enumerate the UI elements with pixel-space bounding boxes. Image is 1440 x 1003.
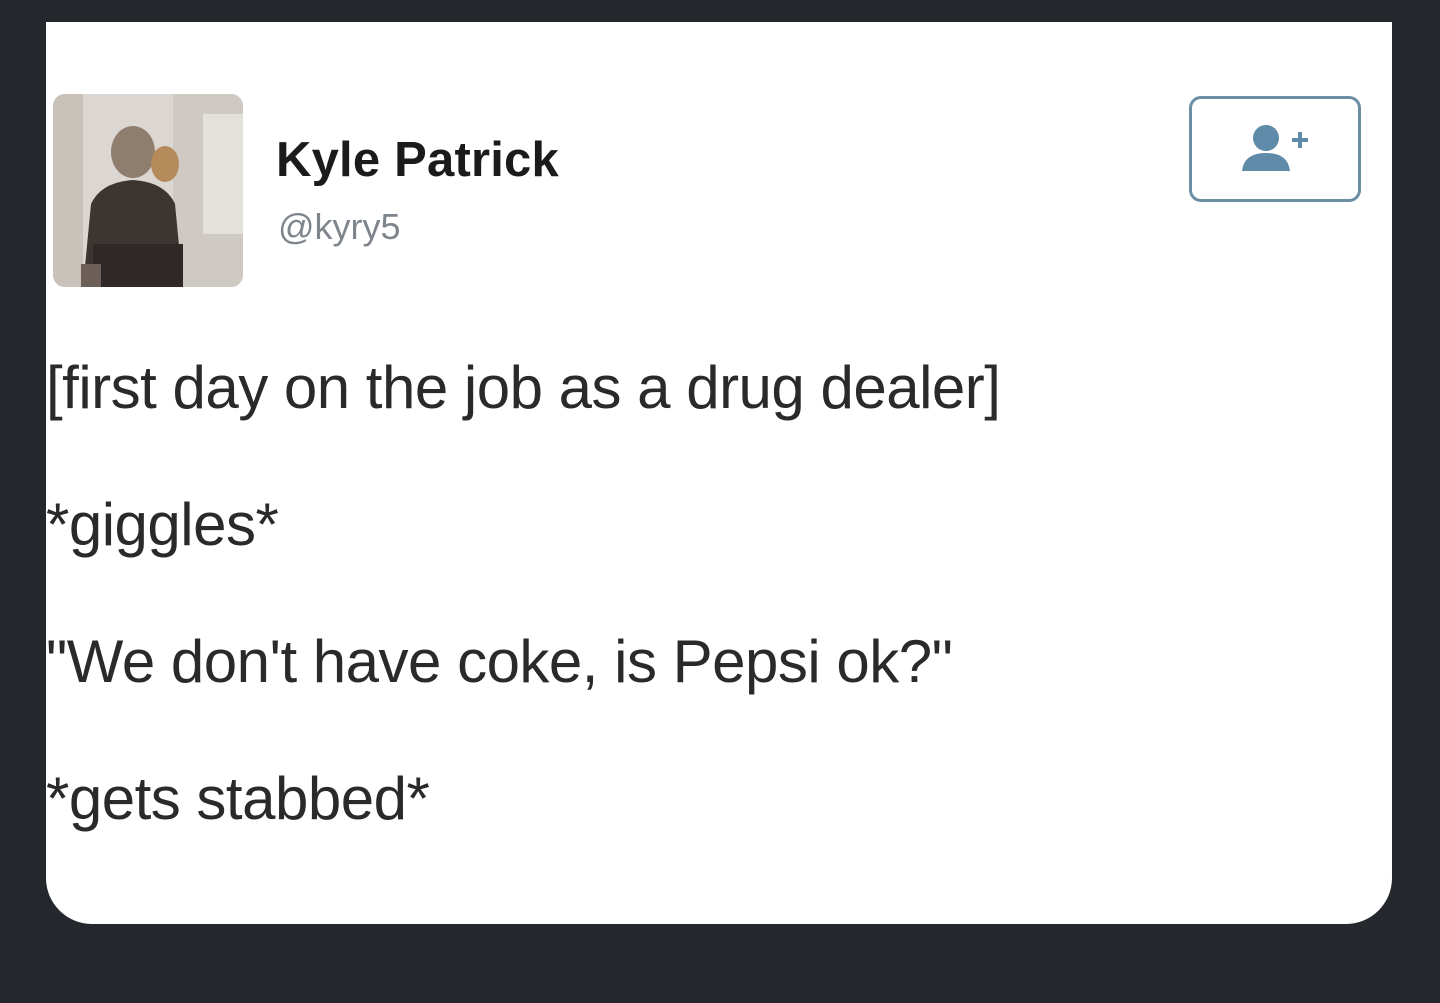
user-handle[interactable]: @kyry5 — [278, 206, 401, 248]
user-name[interactable]: Kyle Patrick — [276, 132, 559, 188]
tweet-line: [first day on the job as a drug dealer] — [46, 354, 1001, 421]
avatar[interactable] — [53, 94, 243, 287]
avatar-photo — [53, 94, 243, 287]
screenshot-page: Kyle Patrick @kyry5 [first day on the jo… — [0, 0, 1440, 1003]
tweet-card: Kyle Patrick @kyry5 [first day on the jo… — [46, 22, 1392, 924]
follow-person-plus-icon — [1242, 125, 1308, 171]
tweet-line: *giggles* — [46, 491, 279, 558]
tweet-line: *gets stabbed* — [46, 765, 430, 832]
tweet-line: "We don't have coke, is Pepsi ok?" — [46, 628, 953, 695]
tweet-header: Kyle Patrick @kyry5 — [46, 22, 1392, 322]
follow-button[interactable] — [1189, 96, 1361, 202]
tweet-body: [first day on the job as a drug dealer] … — [46, 358, 1376, 906]
